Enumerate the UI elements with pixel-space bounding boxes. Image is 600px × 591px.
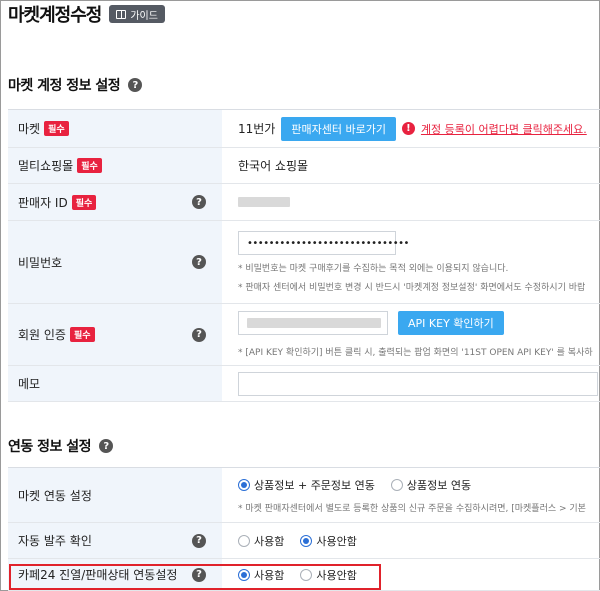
value-cafe24-sync: 사용함 사용안함 xyxy=(222,559,600,590)
label-market-link: 마켓 연동 설정 xyxy=(8,468,222,522)
market-info-table: 마켓 필수 11번가 판매자센터 바로가기 ! 계정 등록이 어렵다면 클릭해주… xyxy=(8,109,600,402)
auth-note: * [API KEY 확인하기] 버튼 클릭 시, 출력되는 팝업 화면의 '1… xyxy=(238,348,593,358)
label-multi-mall-text: 멀티쇼핑몰 xyxy=(18,159,74,173)
radio-dot xyxy=(238,478,250,491)
label-password: 비밀번호 ? xyxy=(8,221,222,303)
radio-dot xyxy=(300,534,313,547)
question-circle-icon[interactable]: ? xyxy=(192,195,206,209)
radio-cafe24-unuse[interactable]: 사용안함 xyxy=(300,567,357,583)
radio-dot xyxy=(238,568,250,581)
table-row-auto-order: 자동 발주 확인 ? 사용함 사용안함 xyxy=(8,523,600,559)
value-market-link: 상품정보 + 주문정보 연동 상품정보 연동 * 마켓 판매자센터에서 별도로 … xyxy=(222,468,600,522)
memo-input[interactable] xyxy=(238,371,598,396)
page-title: 마켓계정수정 xyxy=(8,5,102,26)
radio-label: 사용함 xyxy=(254,534,285,548)
value-market: 11번가 판매자센터 바로가기 ! 계정 등록이 어렵다면 클릭해주세요. xyxy=(222,110,600,147)
required-badge: 필수 xyxy=(44,121,69,136)
label-seller-id: 판매자 ID 필수 ? xyxy=(8,184,222,220)
radio-product-link[interactable]: 상품정보 연동 xyxy=(390,477,472,493)
value-auth: API KEY 확인하기 * [API KEY 확인하기] 버튼 클릭 시, 출… xyxy=(222,304,600,365)
label-memo-text: 메모 xyxy=(18,377,41,391)
label-market-text: 마켓 xyxy=(18,122,41,136)
api-key-input[interactable] xyxy=(238,311,388,335)
api-key-check-button[interactable]: API KEY 확인하기 xyxy=(398,311,504,335)
masked-seller-id xyxy=(238,197,290,207)
radio-auto-order-unuse[interactable]: 사용안함 xyxy=(300,533,357,549)
table-row-password: 비밀번호 ? •••••••••••••••••••••••••••••• * … xyxy=(8,221,600,304)
password-note-2: * 판매자 센터에서 비밀번호 변경 시 반드시 '마켓계정 정보설정' 화면에… xyxy=(238,283,586,293)
label-cafe24-sync-text: 카페24 진열/판매상태 연동설정 xyxy=(18,568,178,582)
label-cafe24-sync: 카페24 진열/판매상태 연동설정 ? xyxy=(8,559,222,590)
required-badge: 필수 xyxy=(77,158,102,173)
radio-label: 사용안함 xyxy=(316,534,357,548)
book-icon xyxy=(116,9,127,19)
market-section-title-text: 마켓 계정 정보 설정 xyxy=(8,78,121,94)
radio-dot xyxy=(238,534,250,547)
label-seller-id-text: 판매자 ID xyxy=(18,195,68,210)
table-row-auth: 회원 인증 필수 ? API KEY 확인하기 * [API KEY 확인하기]… xyxy=(8,304,600,366)
page-header: 마켓계정수정 가이드 xyxy=(8,0,165,28)
question-circle-icon[interactable]: ? xyxy=(192,567,206,582)
question-circle-icon[interactable]: ? xyxy=(192,533,206,548)
link-section-title: 연동 정보 설정 ? xyxy=(8,436,114,456)
table-row-multi-mall: 멀티쇼핑몰 필수 한국어 쇼핑몰 xyxy=(8,148,600,184)
label-auth: 회원 인증 필수 ? xyxy=(8,304,222,365)
link-section-title-text: 연동 정보 설정 xyxy=(8,439,92,455)
radio-product-order-link[interactable]: 상품정보 + 주문정보 연동 xyxy=(238,477,375,493)
label-auto-order: 자동 발주 확인 ? xyxy=(8,523,222,558)
market-link-note: * 마켓 판매자센터에서 별도로 등록한 상품의 신규 주문을 수집하시려면, … xyxy=(238,503,586,514)
radio-cafe24-use[interactable]: 사용함 xyxy=(238,567,284,583)
table-row-market: 마켓 필수 11번가 판매자센터 바로가기 ! 계정 등록이 어렵다면 클릭해주… xyxy=(8,110,600,148)
guide-button[interactable]: 가이드 xyxy=(109,5,165,23)
question-circle-icon[interactable]: ? xyxy=(128,78,143,92)
label-auto-order-text: 자동 발주 확인 xyxy=(18,534,92,548)
seller-center-button[interactable]: 판매자센터 바로가기 xyxy=(281,116,396,141)
market-section-title: 마켓 계정 정보 설정 ? xyxy=(8,75,143,95)
label-password-text: 비밀번호 xyxy=(18,255,63,270)
registration-help-link[interactable]: 계정 등록이 어렵다면 클릭해주세요. xyxy=(421,121,587,137)
table-row-seller-id: 판매자 ID 필수 ? xyxy=(8,184,600,221)
radio-label: 사용안함 xyxy=(316,568,357,582)
required-badge: 필수 xyxy=(71,194,97,210)
question-circle-icon[interactable]: ? xyxy=(99,439,114,453)
table-row-market-link: 마켓 연동 설정 상품정보 + 주문정보 연동 상품정보 연동 * 마켓 판매자… xyxy=(8,468,600,523)
link-info-table: 마켓 연동 설정 상품정보 + 주문정보 연동 상품정보 연동 * 마켓 판매자… xyxy=(8,467,600,591)
market-name: 11번가 xyxy=(238,122,276,136)
password-input[interactable]: •••••••••••••••••••••••••••••• xyxy=(238,231,409,255)
value-memo xyxy=(222,366,600,401)
label-multi-mall: 멀티쇼핑몰 필수 xyxy=(8,148,222,183)
radio-label: 상품정보 + 주문정보 연동 xyxy=(254,478,375,492)
masked-api-key xyxy=(247,318,381,328)
radio-dot xyxy=(390,478,403,491)
table-row-cafe24-sync: 카페24 진열/판매상태 연동설정 ? 사용함 사용안함 xyxy=(8,559,600,591)
value-auto-order: 사용함 사용안함 xyxy=(222,523,600,558)
multi-mall-value: 한국어 쇼핑몰 xyxy=(238,159,309,173)
password-note-1: * 비밀번호는 마켓 구매후기를 수집하는 목적 외에는 이용되지 않습니다. xyxy=(238,264,509,274)
radio-label: 상품정보 연동 xyxy=(406,478,472,492)
question-circle-icon[interactable]: ? xyxy=(192,327,206,342)
value-seller-id xyxy=(222,184,600,220)
question-circle-icon[interactable]: ? xyxy=(192,255,206,269)
label-memo: 메모 xyxy=(8,366,222,401)
label-market: 마켓 필수 xyxy=(8,110,222,147)
value-multi-mall: 한국어 쇼핑몰 xyxy=(222,148,600,183)
table-row-memo: 메모 xyxy=(8,366,600,402)
radio-label: 사용함 xyxy=(254,568,285,582)
value-password: •••••••••••••••••••••••••••••• * 비밀번호는 마… xyxy=(222,221,600,303)
label-auth-text: 회원 인증 xyxy=(18,328,66,342)
required-badge: 필수 xyxy=(69,327,95,342)
guide-button-label: 가이드 xyxy=(130,10,158,22)
radio-auto-order-use[interactable]: 사용함 xyxy=(238,533,284,549)
radio-dot xyxy=(300,568,313,581)
exclamation-circle-icon: ! xyxy=(401,122,415,135)
label-market-link-text: 마켓 연동 설정 xyxy=(18,488,92,503)
